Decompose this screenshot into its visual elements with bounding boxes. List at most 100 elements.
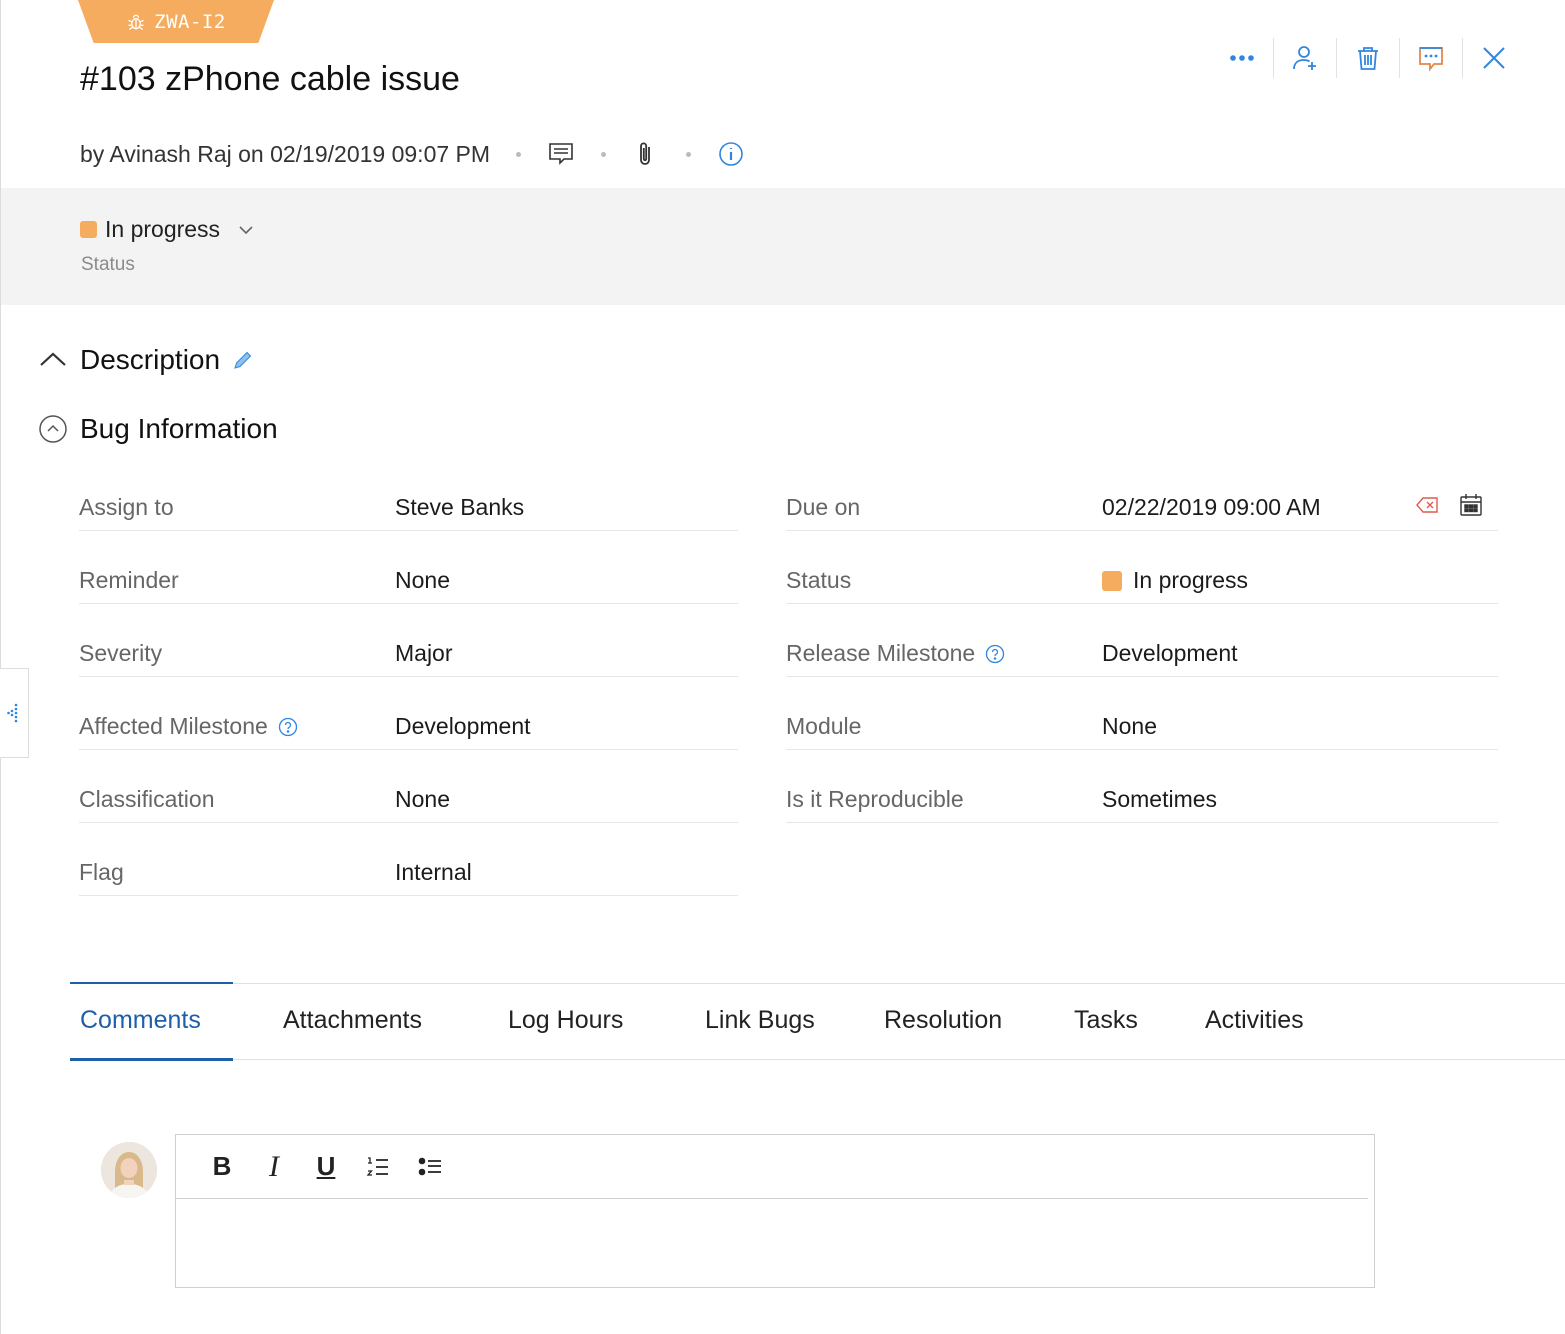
tab-comments[interactable]: Comments xyxy=(80,1006,201,1035)
issue-tag-badge: ZWA-I2 xyxy=(78,0,274,43)
field-value: Sometimes xyxy=(1102,786,1218,812)
field-value: None xyxy=(395,567,450,593)
info-icon[interactable] xyxy=(717,140,745,168)
field-value: None xyxy=(395,786,450,812)
tab-resolution[interactable]: Resolution xyxy=(884,1006,1002,1035)
due-date-actions xyxy=(1414,492,1484,518)
issue-title: #103 zPhone cable issue xyxy=(80,60,460,98)
header-toolbar xyxy=(1211,36,1525,80)
field-value-status: In progress xyxy=(1102,567,1248,594)
status-caption: Status xyxy=(81,254,135,275)
pencil-icon[interactable] xyxy=(232,349,254,371)
issue-meta: by Avinash Raj on 02/19/2019 09:07 PM xyxy=(80,136,745,172)
comment-icon[interactable] xyxy=(547,140,575,168)
help-icon[interactable] xyxy=(278,717,298,737)
field-assign-to[interactable]: Assign to Steve Banks xyxy=(79,478,738,531)
field-label: Is it Reproducible xyxy=(786,786,964,812)
attachment-icon[interactable] xyxy=(632,140,660,168)
bug-info-heading: Bug Information xyxy=(80,413,278,444)
editor-toolbar: B I U xyxy=(176,1135,1368,1199)
comment-editor: B I U xyxy=(175,1134,1375,1288)
field-label: Reminder xyxy=(79,567,179,593)
italic-button[interactable]: I xyxy=(248,1147,300,1187)
ordered-list-icon xyxy=(366,1156,388,1176)
tabs-bottom-divider xyxy=(70,1059,1565,1060)
field-value: Development xyxy=(395,713,531,739)
field-affected-milestone[interactable]: Affected Milestone Development xyxy=(79,697,738,750)
field-due-on[interactable]: Due on 02/22/2019 09:00 AM xyxy=(786,478,1498,531)
tabs-top-divider xyxy=(70,983,1565,984)
underline-button[interactable]: U xyxy=(300,1147,352,1187)
bug-icon xyxy=(128,14,144,30)
field-status[interactable]: Status In progress xyxy=(786,551,1498,604)
tab-tasks[interactable]: Tasks xyxy=(1074,1006,1138,1035)
tab-attachments[interactable]: Attachments xyxy=(283,1006,422,1035)
chevron-up-circle-icon xyxy=(39,415,67,443)
bold-button[interactable]: B xyxy=(196,1147,248,1187)
ordered-list-button[interactable] xyxy=(352,1147,404,1187)
feed-button[interactable] xyxy=(1400,36,1462,80)
meta-separator xyxy=(686,151,692,157)
active-tab-indicator xyxy=(70,1058,233,1061)
field-label-with-help: Release Milestone xyxy=(786,640,1005,667)
field-flag[interactable]: Flag Internal xyxy=(79,843,738,896)
close-icon xyxy=(1483,47,1505,69)
field-severity[interactable]: Severity Major xyxy=(79,624,738,677)
field-label: Classification xyxy=(79,786,215,812)
status-dropdown[interactable]: In progress xyxy=(80,216,256,243)
field-label: Affected Milestone xyxy=(79,713,268,739)
follow-button[interactable] xyxy=(1274,36,1336,80)
field-value: None xyxy=(1102,713,1157,739)
field-value: Steve Banks xyxy=(395,494,525,520)
chevron-down-icon xyxy=(239,225,253,234)
active-tab-indicator-top xyxy=(70,982,233,984)
more-horizontal-icon xyxy=(1230,55,1254,61)
delete-button[interactable] xyxy=(1337,36,1399,80)
more-options-button[interactable] xyxy=(1211,36,1273,80)
issue-author-date: by Avinash Raj on 02/19/2019 09:07 PM xyxy=(80,140,491,167)
field-label: Status xyxy=(786,567,852,593)
field-value: Development xyxy=(1102,640,1238,666)
status-value: In progress xyxy=(105,216,221,242)
status-color-swatch xyxy=(80,221,97,238)
field-value: 02/22/2019 09:00 AM xyxy=(1102,494,1321,520)
tab-activities[interactable]: Activities xyxy=(1205,1006,1304,1035)
field-label: Flag xyxy=(79,859,124,885)
issue-tag-text: ZWA-I2 xyxy=(154,10,226,33)
clear-date-icon[interactable] xyxy=(1414,492,1440,518)
bullet-list-button[interactable] xyxy=(404,1147,456,1187)
field-reproducible[interactable]: Is it Reproducible Sometimes xyxy=(786,770,1498,823)
close-button[interactable] xyxy=(1463,36,1525,80)
user-avatar-icon xyxy=(101,1142,157,1198)
drag-handle-icon xyxy=(7,703,18,723)
bug-info-section-header[interactable]: Bug Information xyxy=(38,413,278,445)
chat-bubble-icon xyxy=(1419,47,1443,72)
field-reminder[interactable]: Reminder None xyxy=(79,551,738,604)
avatar xyxy=(101,1142,157,1198)
field-module[interactable]: Module None xyxy=(786,697,1498,750)
description-heading: Description xyxy=(80,344,221,375)
field-label-with-help: Affected Milestone xyxy=(79,713,298,740)
field-classification[interactable]: Classification None xyxy=(79,770,738,823)
chevron-up-icon xyxy=(40,352,66,366)
field-label: Module xyxy=(786,713,862,739)
help-icon[interactable] xyxy=(985,644,1005,664)
field-label: Severity xyxy=(79,640,163,666)
field-release-milestone[interactable]: Release Milestone Development xyxy=(786,624,1498,677)
field-value: In progress xyxy=(1133,567,1249,593)
description-section-header[interactable]: Description xyxy=(38,344,254,376)
side-panel-handle[interactable] xyxy=(0,668,29,758)
field-label: Due on xyxy=(786,494,861,520)
meta-separator xyxy=(601,151,607,157)
user-add-icon xyxy=(1293,46,1316,70)
field-value: Internal xyxy=(395,859,472,885)
meta-separator xyxy=(516,151,522,157)
bullet-list-icon xyxy=(418,1157,441,1175)
comment-text-area[interactable] xyxy=(176,1200,1374,1287)
tab-link-bugs[interactable]: Link Bugs xyxy=(705,1006,815,1035)
calendar-icon[interactable] xyxy=(1458,492,1484,518)
tab-log-hours[interactable]: Log Hours xyxy=(508,1006,623,1035)
field-label: Release Milestone xyxy=(786,640,976,666)
status-band xyxy=(1,188,1565,305)
field-value: Major xyxy=(395,640,453,666)
